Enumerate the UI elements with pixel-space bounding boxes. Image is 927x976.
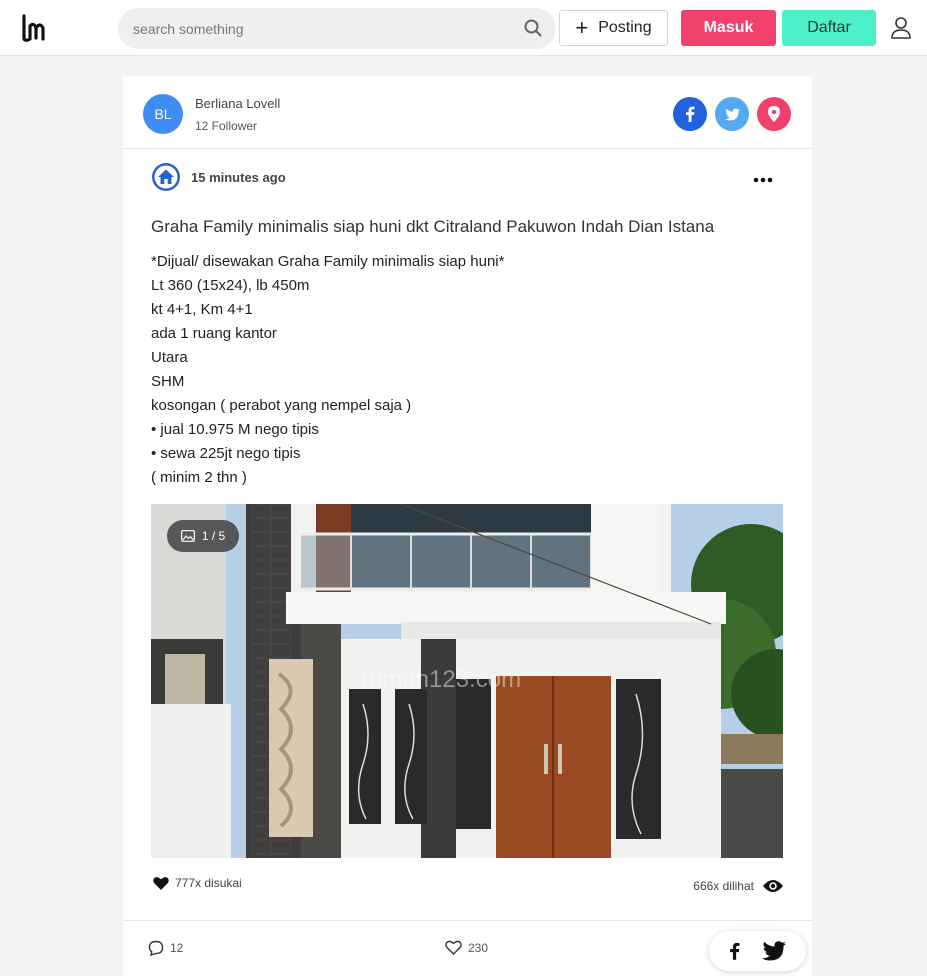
description-line: kosongan ( perabot yang nempel saja ) — [151, 397, 412, 414]
location-share-button[interactable] — [757, 97, 791, 131]
author-block[interactable]: BL Berliana Lovell 12 Follower — [143, 94, 543, 136]
posting-button[interactable]: + Posting — [559, 10, 668, 46]
twitter-share-button[interactable] — [715, 97, 749, 131]
reactions-button[interactable]: 230 — [445, 940, 488, 955]
description-line: *Dijual/ disewakan Graha Family minimali… — [151, 253, 505, 270]
heart-icon[interactable] — [153, 876, 169, 890]
image-icon — [180, 530, 195, 542]
description-line: Utara — [151, 349, 188, 366]
engagement-row: 12 230 — [123, 931, 812, 971]
location-pin-icon — [768, 106, 780, 122]
photo-counter: 1 / 5 — [167, 520, 239, 552]
posting-label: Posting — [598, 19, 652, 36]
description-line: ada 1 ruang kantor — [151, 325, 277, 342]
footer-divider — [123, 920, 812, 921]
search-input[interactable] — [133, 8, 513, 49]
views-count: 666x dilihat — [693, 879, 754, 893]
description-line: • jual 10.975 M nego tipis — [151, 421, 319, 438]
description-line: • sewa 225jt nego tipis — [151, 445, 301, 462]
facebook-share-button[interactable] — [673, 97, 707, 131]
twitter-icon[interactable] — [762, 941, 786, 961]
post-card: BL Berliana Lovell 12 Follower 15 minute… — [123, 76, 812, 976]
search-bar — [118, 8, 556, 49]
reactions-count: 230 — [468, 940, 489, 955]
photo-watermark: rumah123.com — [361, 666, 522, 693]
post-description: *Dijual/ disewakan Graha Family minimali… — [151, 250, 771, 490]
author-name[interactable]: Berliana Lovell — [195, 96, 280, 111]
description-line: ( minim 2 thn ) — [151, 469, 247, 486]
plus-icon: + — [575, 15, 589, 40]
eye-icon — [763, 880, 783, 892]
views-summary: 666x dilihat — [693, 879, 784, 893]
share-pill — [709, 931, 806, 971]
lm-logo-icon[interactable] — [20, 12, 50, 44]
post-title: Graha Family minimalis siap huni dkt Cit… — [151, 217, 715, 236]
likes-summary: 777x disukai — [153, 876, 242, 890]
twitter-icon — [724, 107, 740, 120]
description-line: kt 4+1, Km 4+1 — [151, 301, 253, 318]
likes-count: 777x disukai — [175, 876, 242, 890]
search-icon[interactable] — [524, 19, 542, 37]
house-icon — [152, 163, 180, 191]
property-photo[interactable]: rumah123.com 1 / 5 — [151, 504, 783, 858]
masuk-button[interactable]: Masuk — [681, 10, 776, 46]
header-divider — [123, 148, 812, 149]
facebook-icon — [686, 106, 695, 122]
post-time: 15 minutes ago — [191, 170, 286, 185]
author-followers: 12 Follower — [195, 119, 258, 133]
heart-outline-icon — [445, 940, 462, 955]
top-navbar: + Posting Masuk Daftar — [0, 0, 927, 56]
avatar[interactable]: BL — [143, 94, 183, 134]
facebook-icon[interactable] — [729, 941, 740, 961]
description-line: SHM — [151, 373, 185, 390]
comments-count: 12 — [170, 941, 184, 955]
photo-counter-label: 1 / 5 — [201, 529, 226, 543]
more-options-icon[interactable] — [752, 173, 774, 187]
comments-button[interactable]: 12 — [148, 940, 183, 956]
user-icon[interactable] — [890, 16, 912, 40]
daftar-button[interactable]: Daftar — [782, 10, 876, 46]
comment-icon — [148, 940, 164, 956]
description-line: Lt 360 (15x24), lb 450m — [151, 277, 310, 294]
